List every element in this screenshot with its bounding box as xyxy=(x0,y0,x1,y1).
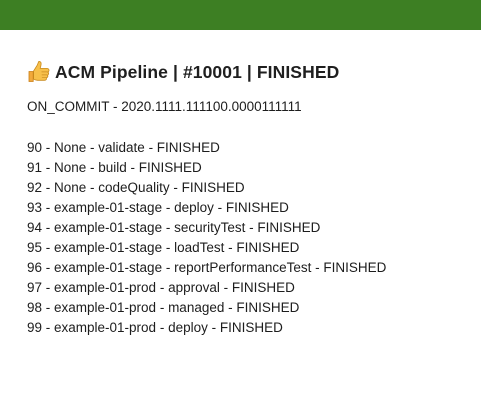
list-item: 96 - example-01-stage - reportPerformanc… xyxy=(27,260,387,275)
thumbs-up-icon xyxy=(27,60,51,84)
list-item: 93 - example-01-stage - deploy - FINISHE… xyxy=(27,200,289,215)
list-item: 98 - example-01-prod - managed - FINISHE… xyxy=(27,300,300,315)
list-item: 95 - example-01-stage - loadTest - FINIS… xyxy=(27,240,300,255)
top-status-bar xyxy=(0,0,481,30)
list-item: 99 - example-01-prod - deploy - FINISHED xyxy=(27,320,283,335)
list-item: 92 - None - codeQuality - FINISHED xyxy=(27,180,245,195)
page-title: ACM Pipeline | #10001 | FINISHED xyxy=(55,61,340,82)
pipeline-step-list: 90 - None - validate - FINISHED 91 - Non… xyxy=(27,138,386,338)
list-item: 94 - example-01-stage - securityTest - F… xyxy=(27,220,321,235)
trigger-info: ON_COMMIT - 2020.1111.111100.0000111111 xyxy=(27,99,302,114)
list-item: 97 - example-01-prod - approval - FINISH… xyxy=(27,280,295,295)
list-item: 90 - None - validate - FINISHED xyxy=(27,140,220,155)
list-item: 91 - None - build - FINISHED xyxy=(27,160,202,175)
page-title-row: ACM Pipeline | #10001 | FINISHED xyxy=(27,58,339,86)
